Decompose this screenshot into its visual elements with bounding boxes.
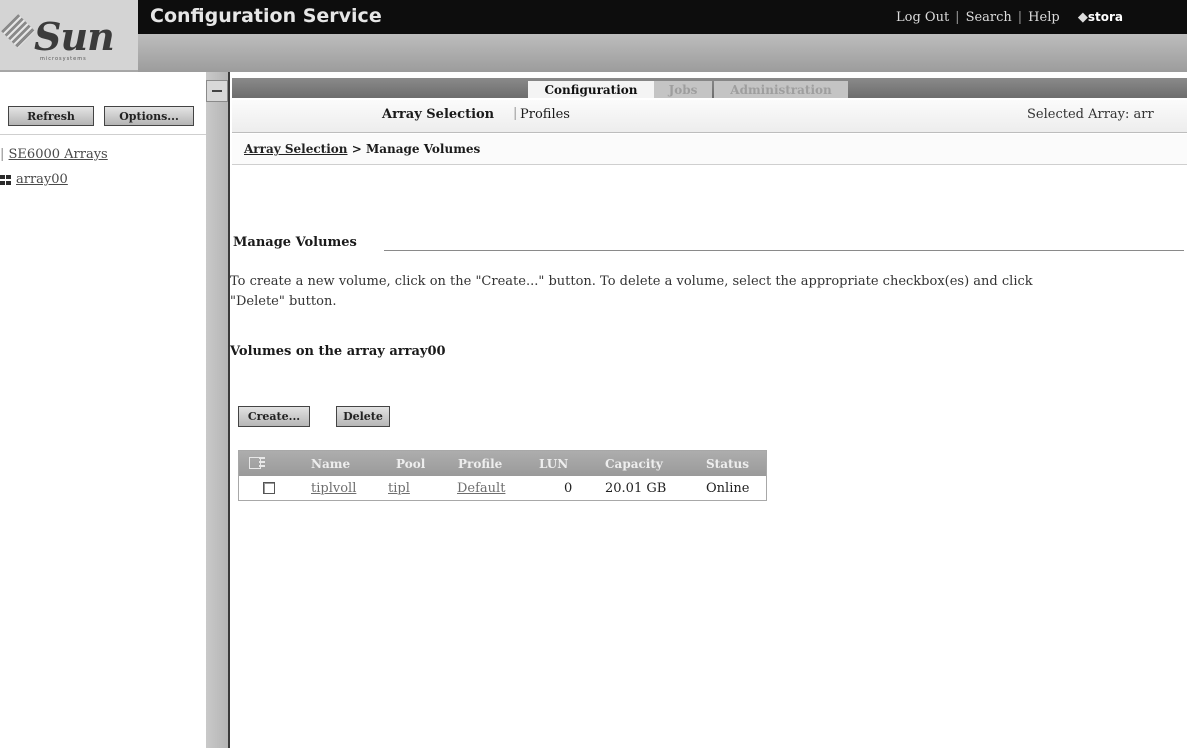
logo-text: Sun [34,14,115,59]
column-header-pool[interactable]: Pool [396,457,425,471]
column-header-capacity[interactable]: Capacity [605,457,663,471]
instructions-text: To create a new volume, click on the "Cr… [230,272,1185,312]
masthead-band [138,34,1187,72]
pool-link[interactable]: tipl [388,481,410,496]
section-title: Manage Volumes [233,235,357,250]
diamond-bullet-icon: ◆ [1077,10,1088,25]
selected-array-label: Selected Array: arr [1027,107,1154,122]
breadcrumb-parent-link[interactable]: Array Selection [244,142,348,156]
tab-strip: Configuration Jobs Administration [232,78,1187,98]
column-header-name[interactable]: Name [311,457,350,471]
sun-diamond-icon [1,14,35,48]
options-button[interactable]: Options... [104,106,194,126]
section-rule [384,250,1184,251]
title-bar: Configuration Service Log Out | Search | Hel… [138,0,1187,34]
app-title: Configuration Service [150,5,382,27]
utility-links: Log Out | Search | Help ◆stora [896,10,1123,25]
storage-link[interactable]: stora [1088,10,1123,24]
collapse-button[interactable] [206,80,228,102]
link-separator: | [1017,10,1023,25]
column-header-status[interactable]: Status [706,457,749,471]
tab-configuration[interactable]: Configuration [528,81,654,98]
breadcrumb-trail: Array Selection > Manage Volumes [244,142,480,156]
content-pane: Configuration Jobs Administration Array … [230,72,1187,748]
table-header: Name Pool Profile LUN Capacity Status [239,451,766,476]
subnav-separator: | [513,106,518,121]
tree-root: | SE6000 Arrays [0,147,108,162]
navigation-pane: Refresh Options... | SE6000 Arrays array… [0,72,206,748]
column-header-profile[interactable]: Profile [458,457,502,471]
volumes-subtitle: Volumes on the array array00 [230,344,446,359]
volume-name-link[interactable]: tiplvoll [311,481,356,496]
subnav-bar: Array Selection | Profiles Selected Arra… [232,100,1187,133]
status-value: Online [706,481,750,496]
capacity-value: 20.01 GB [605,481,667,496]
tree-array-node: array00 [0,172,68,187]
create-button[interactable]: Create... [238,406,310,427]
volumes-table: Name Pool Profile LUN Capacity Status ti… [238,450,767,501]
select-all-icon [259,457,265,469]
instructions-line-1: To create a new volume, click on the "Cr… [230,274,1033,289]
breadcrumb-current: Manage Volumes [365,142,481,156]
pane-divider[interactable] [206,72,230,748]
search-link[interactable]: Search [966,10,1012,25]
tree-root-link[interactable]: SE6000 Arrays [9,147,108,162]
tree-line-connector: | [0,147,5,162]
logout-link[interactable]: Log Out [896,10,949,25]
column-header-lun[interactable]: LUN [539,457,568,471]
sun-logo: Sun microsystems [0,0,138,70]
help-link[interactable]: Help [1028,10,1060,25]
table-row: tiplvoll tipl Default 0 20.01 GB Online [239,476,766,500]
tab-jobs[interactable]: Jobs [654,81,712,98]
array-icon [0,174,11,185]
tab-administration[interactable]: Administration [714,81,848,98]
refresh-button[interactable]: Refresh [8,106,94,126]
logo-subtext: microsystems [40,56,87,62]
subnav-array-selection[interactable]: Array Selection [382,107,494,122]
tree-array-link[interactable]: array00 [16,172,68,187]
nav-divider [0,134,206,135]
minus-icon [212,90,222,92]
profile-link[interactable]: Default [457,481,505,496]
link-separator: | [955,10,960,25]
delete-button[interactable]: Delete [336,406,390,427]
instructions-line-2: "Delete" button. [230,294,337,309]
breadcrumb-separator: > [351,142,362,156]
masthead: Sun microsystems Configuration Service L… [0,0,1187,72]
row-checkbox[interactable] [263,482,275,494]
breadcrumb: Array Selection > Manage Volumes [232,134,1187,165]
lun-value: 0 [564,481,573,496]
subnav-profiles[interactable]: Profiles [520,107,570,122]
